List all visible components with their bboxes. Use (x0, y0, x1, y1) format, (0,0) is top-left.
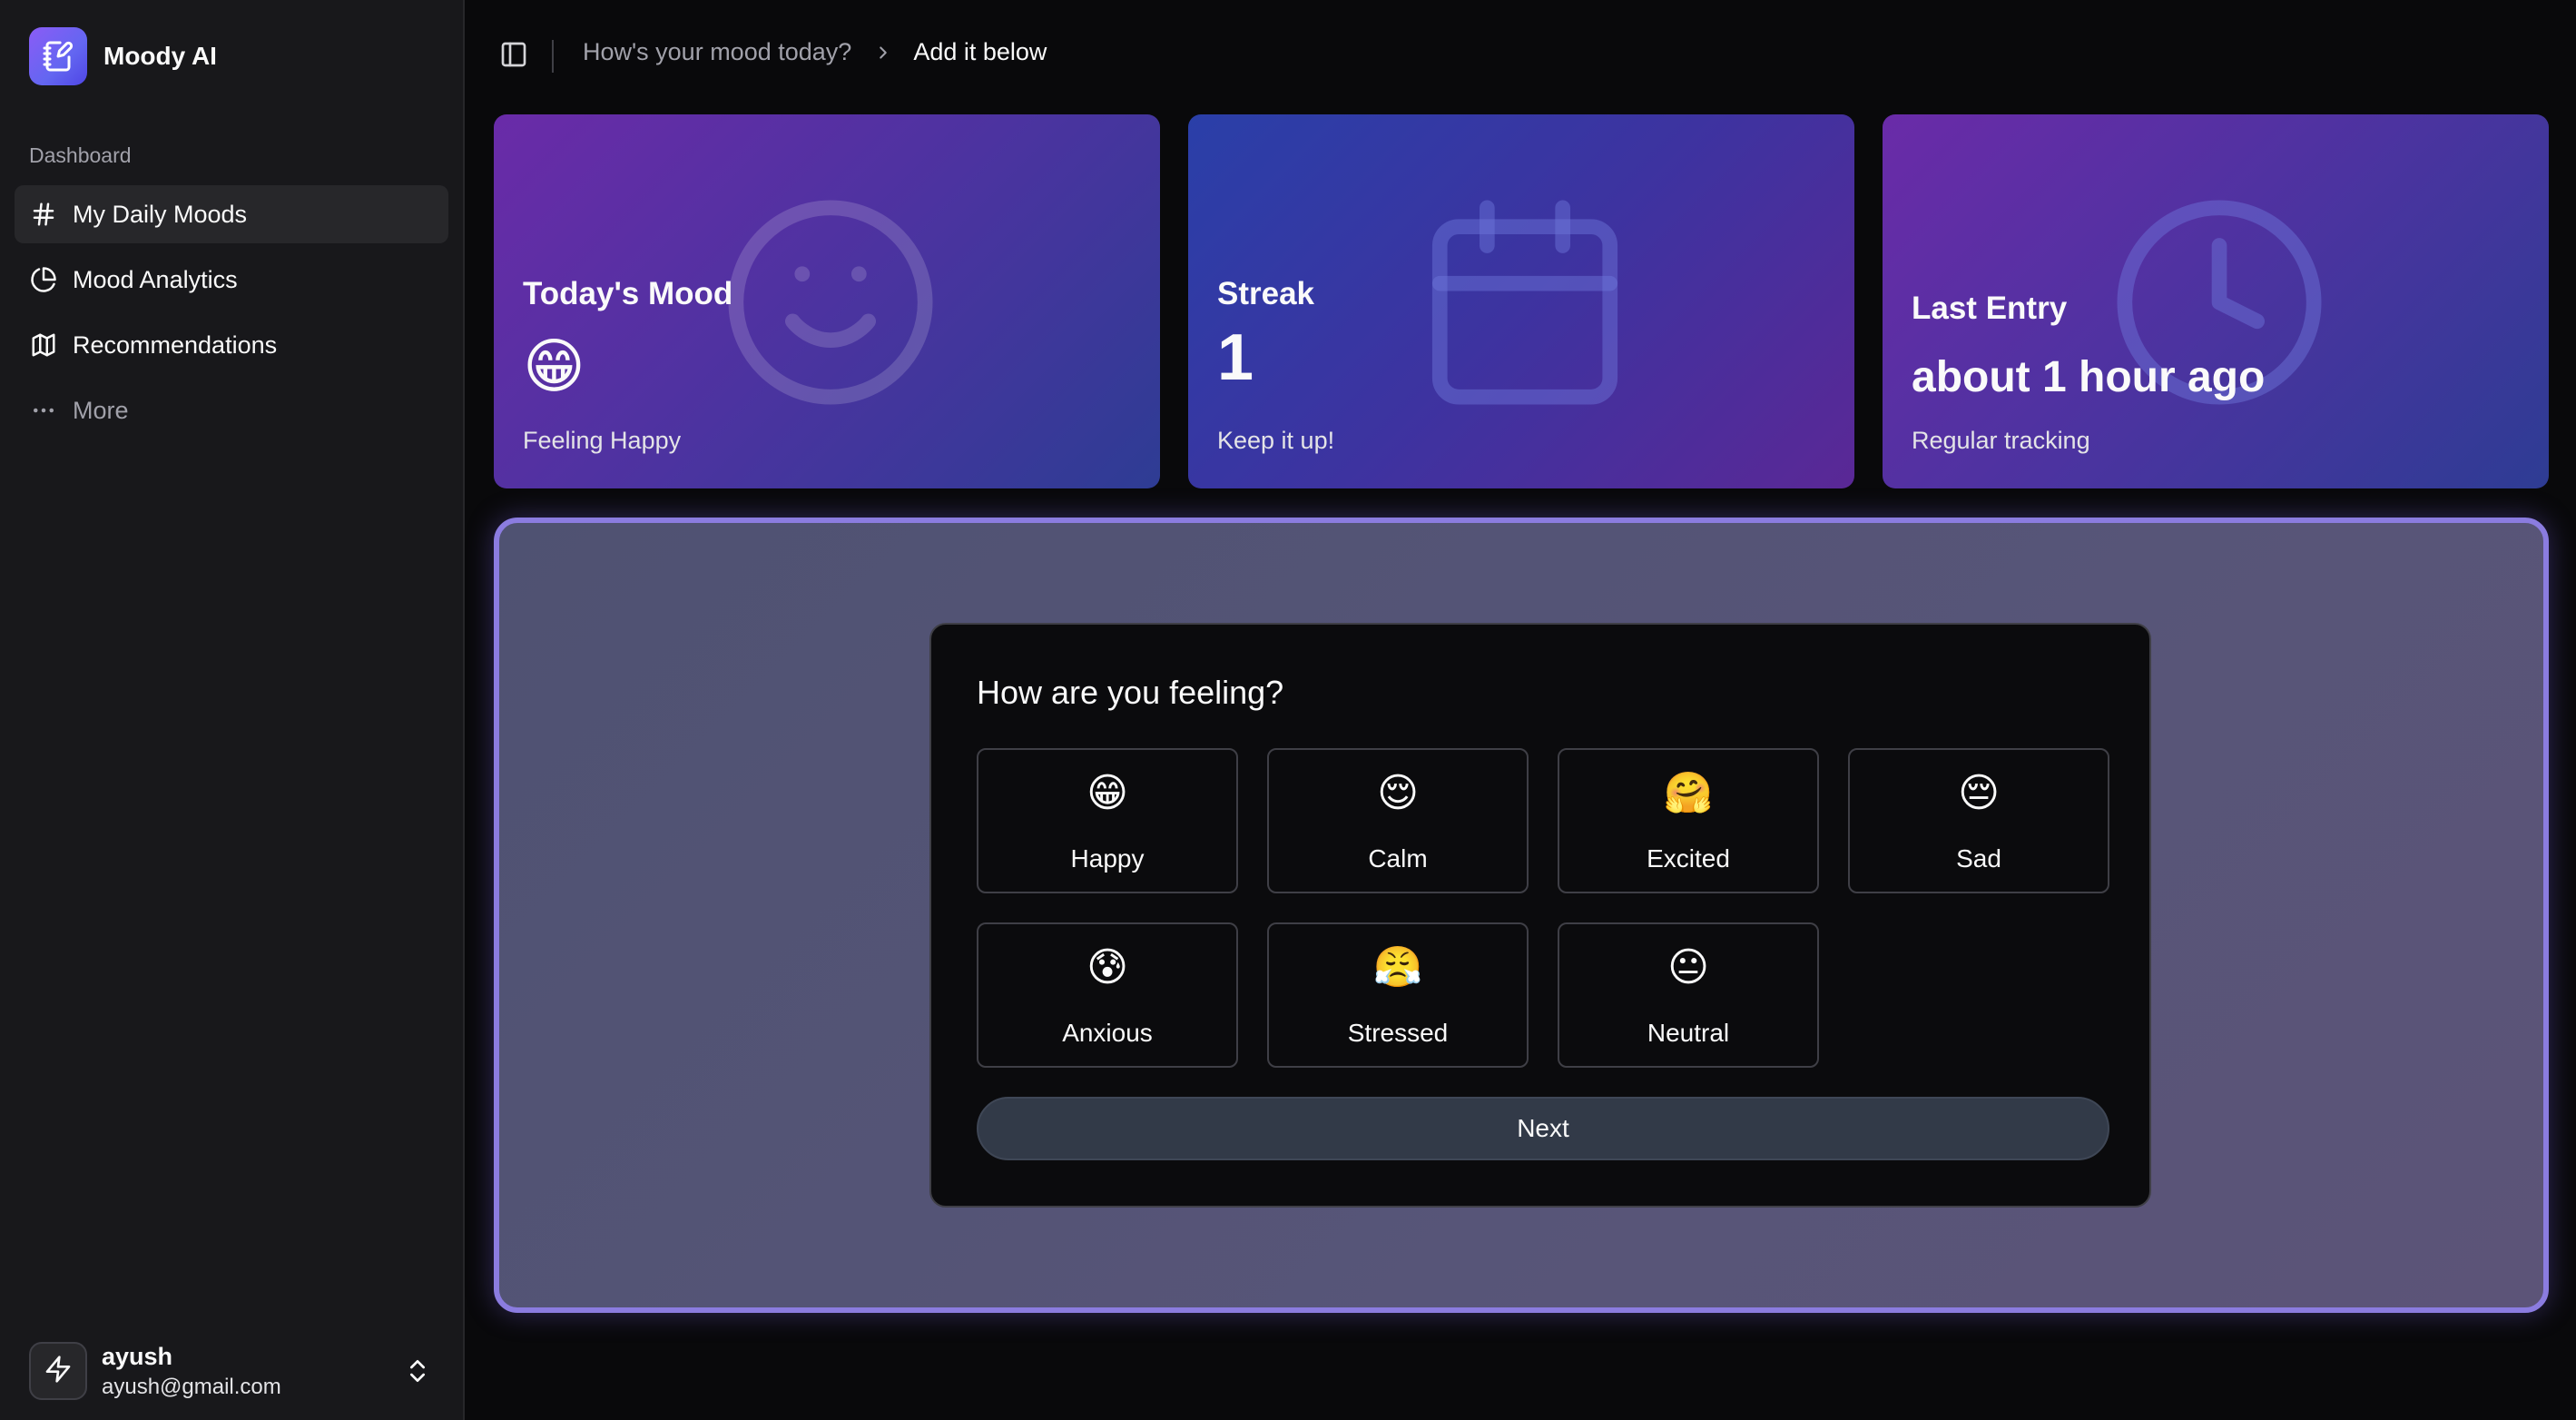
more-horizontal-icon (29, 396, 58, 425)
breadcrumb-parent[interactable]: How's your mood today? (583, 38, 851, 66)
mood-label: Stressed (1347, 1019, 1449, 1047)
user-info: ayush ayush@gmail.com (102, 1343, 281, 1400)
sidebar-item-label: More (73, 396, 129, 424)
mood-emoji: 😰 (1086, 945, 1128, 990)
stats-cards: Today's Mood 😁 Feeling Happy Streak 1 Ke… (494, 114, 2549, 488)
card-title: Last Entry (1912, 291, 2068, 326)
chevrons-up-down-icon[interactable] (403, 1356, 432, 1385)
mood-emoji: 😐 (1667, 945, 1709, 990)
streak-card: Streak 1 Keep it up! (1188, 114, 1854, 488)
zap-icon (44, 1355, 73, 1388)
hash-icon (29, 200, 58, 229)
mood-label: Neutral (1647, 1019, 1730, 1047)
card-mood-emoji: 😁 (523, 332, 585, 399)
calendar-icon (1411, 189, 1638, 416)
mood-option-calm[interactable]: 😌 Calm (1267, 748, 1529, 893)
mood-option-happy[interactable]: 😁 Happy (977, 748, 1238, 893)
sidebar-item-more[interactable]: More (15, 381, 448, 439)
pie-chart-icon (29, 265, 58, 294)
mood-label: Sad (1956, 844, 2001, 873)
sidebar-item-my-daily-moods[interactable]: My Daily Moods (15, 185, 448, 243)
card-subtitle: Keep it up! (1217, 427, 1335, 454)
mood-emoji: 😤 (1372, 945, 1423, 990)
streak-value: 1 (1217, 321, 1254, 394)
user-menu[interactable]: ayush ayush@gmail.com (15, 1335, 448, 1407)
main-content: How's your mood today? Add it below Toda (465, 0, 2576, 1420)
sidebar-item-label: My Daily Moods (73, 200, 248, 228)
last-entry-card: Last Entry about 1 hour ago Regular trac… (1883, 114, 2549, 488)
mood-option-neutral[interactable]: 😐 Neutral (1558, 922, 1819, 1068)
sidebar-group-label: Dashboard (29, 143, 132, 167)
mood-option-sad[interactable]: 😔 Sad (1848, 748, 2109, 893)
last-entry-value: about 1 hour ago (1912, 353, 2266, 401)
card-subtitle: Feeling Happy (523, 427, 682, 454)
panel-left-icon (499, 40, 528, 74)
brand[interactable]: Moody AI (29, 27, 217, 85)
user-email: ayush@gmail.com (102, 1374, 281, 1399)
sidebar-toggle-button[interactable] (494, 36, 534, 76)
notebook-pen-icon (29, 27, 87, 85)
app-root: Moody AI Dashboard My Daily Moods Mood A… (0, 0, 2576, 1420)
sidebar: Moody AI Dashboard My Daily Moods Mood A… (0, 0, 465, 1420)
mood-emoji: 😁 (1086, 771, 1128, 815)
sidebar-item-mood-analytics[interactable]: Mood Analytics (15, 251, 448, 309)
mood-label: Anxious (1062, 1019, 1153, 1047)
mood-emoji: 😔 (1958, 771, 2000, 815)
sidebar-nav: My Daily Moods Mood Analytics Recommenda… (15, 185, 448, 447)
mood-option-anxious[interactable]: 😰 Anxious (977, 922, 1238, 1068)
breadcrumb: How's your mood today? Add it below (583, 38, 1047, 66)
sidebar-item-recommendations[interactable]: Recommendations (15, 316, 448, 374)
card-title: Streak (1217, 276, 1315, 311)
todays-mood-card: Today's Mood 😁 Feeling Happy (494, 114, 1160, 488)
header-divider (552, 40, 554, 73)
card-subtitle: Regular tracking (1912, 427, 2090, 454)
mood-option-excited[interactable]: 🤗 Excited (1558, 748, 1819, 893)
card-title: Today's Mood (523, 276, 733, 311)
chevron-right-icon (873, 43, 893, 63)
user-name: ayush (102, 1342, 173, 1370)
mood-emoji: 😌 (1377, 771, 1419, 815)
top-bar: How's your mood today? Add it below (465, 0, 2576, 113)
avatar (29, 1342, 87, 1400)
next-button[interactable]: Next (977, 1097, 2109, 1160)
brand-name: Moody AI (103, 42, 217, 70)
sidebar-item-label: Recommendations (73, 330, 278, 359)
breadcrumb-current: Add it below (913, 38, 1047, 65)
mood-entry-panel: How are you feeling? 😁 Happy 😌 Calm 🤗 Ex… (494, 518, 2549, 1313)
smile-icon (717, 189, 944, 416)
mood-emoji: 🤗 (1663, 771, 1714, 815)
mood-label: Happy (1070, 844, 1145, 873)
sidebar-item-label: Mood Analytics (73, 265, 238, 293)
mood-label: Calm (1368, 844, 1428, 873)
map-icon (29, 330, 58, 360)
form-title: How are you feeling? (977, 674, 1284, 711)
mood-option-stressed[interactable]: 😤 Stressed (1267, 922, 1529, 1068)
mood-label: Excited (1647, 844, 1730, 873)
mood-form: How are you feeling? 😁 Happy 😌 Calm 🤗 Ex… (929, 623, 2151, 1208)
